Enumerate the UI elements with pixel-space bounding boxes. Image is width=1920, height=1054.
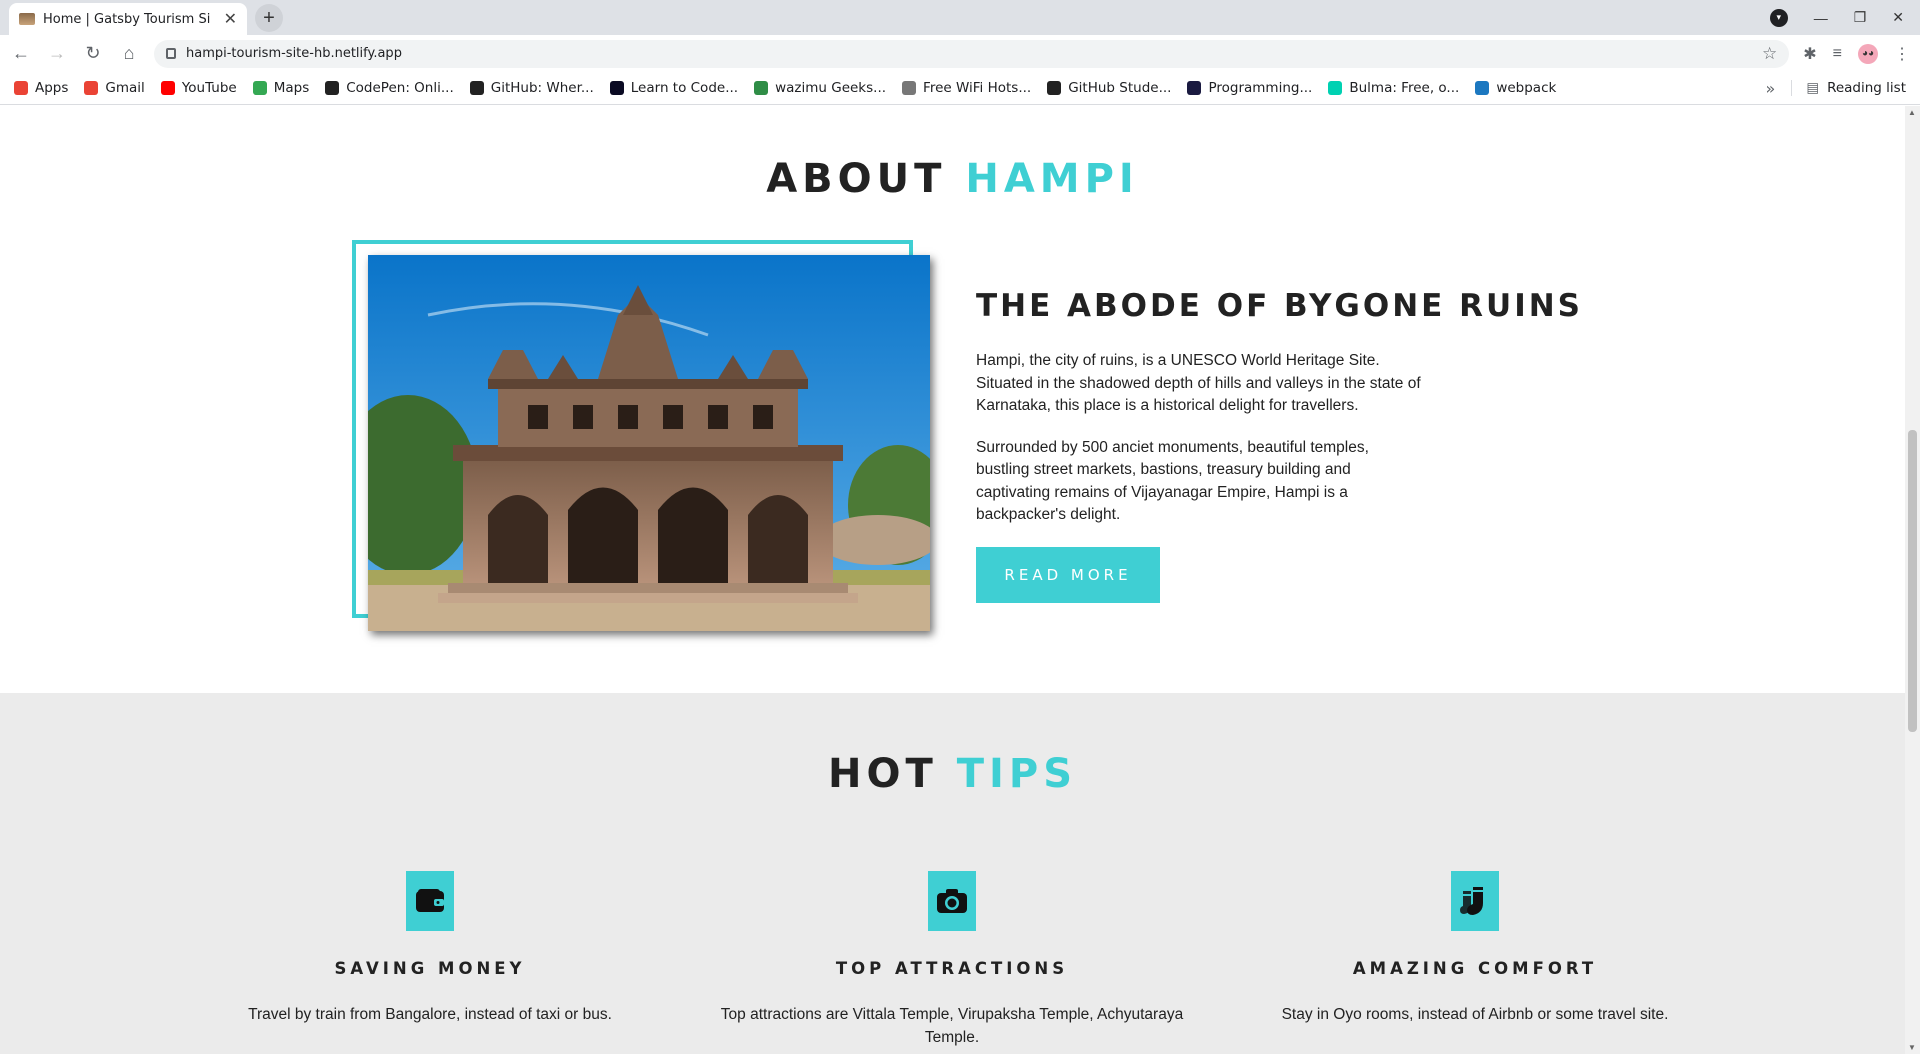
tip-card-top-attractions: TOP ATTRACTIONS Top attractions are Vitt…: [702, 871, 1202, 1049]
tip-text: Travel by train from Bangalore, instead …: [248, 1006, 612, 1023]
bookmark-star-icon[interactable]: ☆: [1762, 44, 1777, 64]
scrollbar-thumb[interactable]: [1908, 430, 1917, 732]
scroll-down-icon[interactable]: ▼: [1908, 1043, 1916, 1052]
bookmark-label: Bulma: Free, o...: [1349, 80, 1460, 96]
profile-avatar[interactable]: ◕◕: [1858, 43, 1878, 64]
menu-kebab-icon[interactable]: ⋮: [1894, 44, 1910, 64]
bookmark-label: Learn to Code...: [630, 80, 739, 96]
minimize-icon[interactable]: —: [1814, 10, 1828, 26]
lock-icon[interactable]: [166, 48, 176, 59]
about-text-block: THE ABODE OF BYGONE RUINS Hampi, the cit…: [976, 288, 1596, 603]
about-section-title: ABOUT HAMPI: [0, 156, 1905, 202]
youtube-icon: [160, 81, 175, 95]
apps-grid-icon: [14, 81, 28, 95]
bookmark-label: YouTube: [181, 80, 237, 96]
url-text[interactable]: hampi-tourism-site-hb.netlify.app: [186, 46, 1752, 61]
tip-title: TOP ATTRACTIONS: [835, 959, 1069, 978]
reload-icon[interactable]: ↻: [82, 43, 104, 65]
bookmark-label: webpack: [1496, 80, 1557, 96]
globe-icon: [902, 81, 917, 95]
bookmark-item[interactable]: Bulma: Free, o...: [1328, 80, 1459, 96]
browser-tab[interactable]: Home | Gatsby Tourism Si ✕: [9, 3, 247, 35]
bookmark-label: Apps: [35, 80, 69, 96]
hot-tips-section: HOT TIPS SAVING MONEY Travel by train fr…: [0, 693, 1905, 1054]
tab-search-icon[interactable]: ▾: [1769, 8, 1788, 27]
bookmark-item[interactable]: GitHub: Wher...: [469, 80, 594, 96]
back-icon[interactable]: ←: [10, 43, 32, 65]
scroll-up-icon[interactable]: ▲: [1908, 108, 1916, 117]
window-controls: ▾ — ❐ ✕: [1769, 0, 1920, 35]
bookmark-item[interactable]: Apps: [14, 80, 68, 96]
reading-list-icon: ▤: [1806, 80, 1820, 96]
webpack-icon: [1475, 81, 1490, 95]
bookmark-item[interactable]: Learn to Code...: [609, 80, 739, 96]
read-more-button[interactable]: READ MORE: [976, 546, 1160, 603]
forward-icon[interactable]: →: [46, 43, 68, 65]
address-bar[interactable]: hampi-tourism-site-hb.netlify.app ☆: [154, 39, 1790, 68]
restore-icon[interactable]: ❐: [1854, 9, 1867, 26]
bookmarks-overflow-icon[interactable]: »: [1766, 79, 1776, 98]
tip-text: Top attractions are Vittala Temple, Viru…: [720, 1006, 1184, 1046]
tip-title: AMAZING COMFORT: [1352, 959, 1598, 978]
bookmark-item[interactable]: webpack: [1475, 80, 1556, 96]
hashnode-icon: [1187, 81, 1202, 95]
bookmark-label: Free WiFi Hots...: [923, 80, 1032, 96]
maps-pin-icon: [252, 81, 267, 95]
reading-list-label: Reading list: [1827, 80, 1906, 96]
bookmark-item[interactable]: wazimu Geeks...: [754, 80, 886, 96]
bookmark-item[interactable]: CodePen: Onli...: [325, 80, 454, 96]
codepen-icon: [325, 81, 340, 95]
site-favicon-icon: [19, 13, 35, 25]
bulma-icon: [1328, 81, 1343, 95]
bookmark-item[interactable]: GitHub Stude...: [1047, 80, 1171, 96]
page-viewport: ABOUT HAMPI THE ABODE OF BYGONE RUINS Ha…: [0, 106, 1920, 1054]
tips-title-accent: TIPS: [956, 751, 1077, 797]
tab-strip: Home | Gatsby Tourism Si ✕ + ▾ — ❐ ✕: [0, 0, 1920, 35]
tab-close-icon[interactable]: ✕: [224, 9, 237, 29]
new-tab-button[interactable]: +: [255, 4, 283, 32]
github-icon: [469, 81, 484, 95]
bookmark-item[interactable]: Gmail: [84, 80, 145, 96]
reading-list-button[interactable]: ▤ Reading list: [1791, 80, 1906, 96]
about-title-main: ABOUT: [766, 156, 947, 202]
tip-card-amazing-comfort: AMAZING COMFORT Stay in Oyo rooms, inste…: [1225, 871, 1725, 1027]
bookmark-label: wazimu Geeks...: [775, 80, 887, 96]
bookmark-label: Programming...: [1208, 80, 1313, 96]
about-section: ABOUT HAMPI THE ABODE OF BYGONE RUINS Ha…: [0, 106, 1905, 693]
page-scrollbar[interactable]: ▲ ▼: [1905, 106, 1920, 1054]
geeks-icon: [754, 81, 769, 95]
media-queue-icon[interactable]: ≡: [1833, 45, 1842, 63]
bookmark-label: CodePen: Onli...: [346, 80, 454, 96]
tab-title: Home | Gatsby Tourism Si: [43, 11, 211, 27]
bookmark-label: GitHub: Wher...: [490, 80, 594, 96]
gmail-icon: [84, 81, 99, 95]
home-icon[interactable]: ⌂: [118, 43, 140, 65]
bookmark-label: Maps: [273, 80, 310, 96]
about-paragraph-1: Hampi, the city of ruins, is a UNESCO Wo…: [976, 352, 1421, 414]
bookmark-label: GitHub Stude...: [1068, 80, 1172, 96]
tip-card-saving-money: SAVING MONEY Travel by train from Bangal…: [180, 871, 680, 1027]
socks-icon: [1451, 871, 1499, 931]
about-title-accent: HAMPI: [965, 156, 1139, 202]
browser-toolbar: ← → ↻ ⌂ hampi-tourism-site-hb.netlify.ap…: [0, 35, 1920, 72]
bookmark-item[interactable]: Programming...: [1187, 80, 1312, 96]
bookmark-item[interactable]: YouTube: [160, 80, 237, 96]
about-paragraph-2: Surrounded by 500 anciet monuments, beau…: [976, 438, 1369, 524]
camera-icon: [928, 871, 976, 931]
tip-text: Stay in Oyo rooms, instead of Airbnb or …: [1281, 1006, 1669, 1023]
extensions-puzzle-icon[interactable]: ✱: [1803, 44, 1816, 64]
bookmark-item[interactable]: Maps: [252, 80, 310, 96]
bookmark-label: Gmail: [105, 80, 145, 96]
github-icon: [1047, 81, 1062, 95]
bookmarks-bar: Apps Gmail YouTube Maps CodePen: Onli... GitH…: [0, 72, 1920, 105]
bookmark-item[interactable]: Free WiFi Hots...: [902, 80, 1031, 96]
window-close-icon[interactable]: ✕: [1892, 9, 1904, 26]
wallet-icon: [406, 871, 454, 931]
about-heading: THE ABODE OF BYGONE RUINS: [976, 288, 1583, 324]
fcc-icon: [609, 81, 624, 95]
tips-title-main: HOT: [828, 751, 938, 797]
tips-section-title: HOT TIPS: [0, 751, 1905, 797]
tip-title: SAVING MONEY: [334, 959, 526, 978]
lotus-mahal-image: [368, 255, 930, 631]
